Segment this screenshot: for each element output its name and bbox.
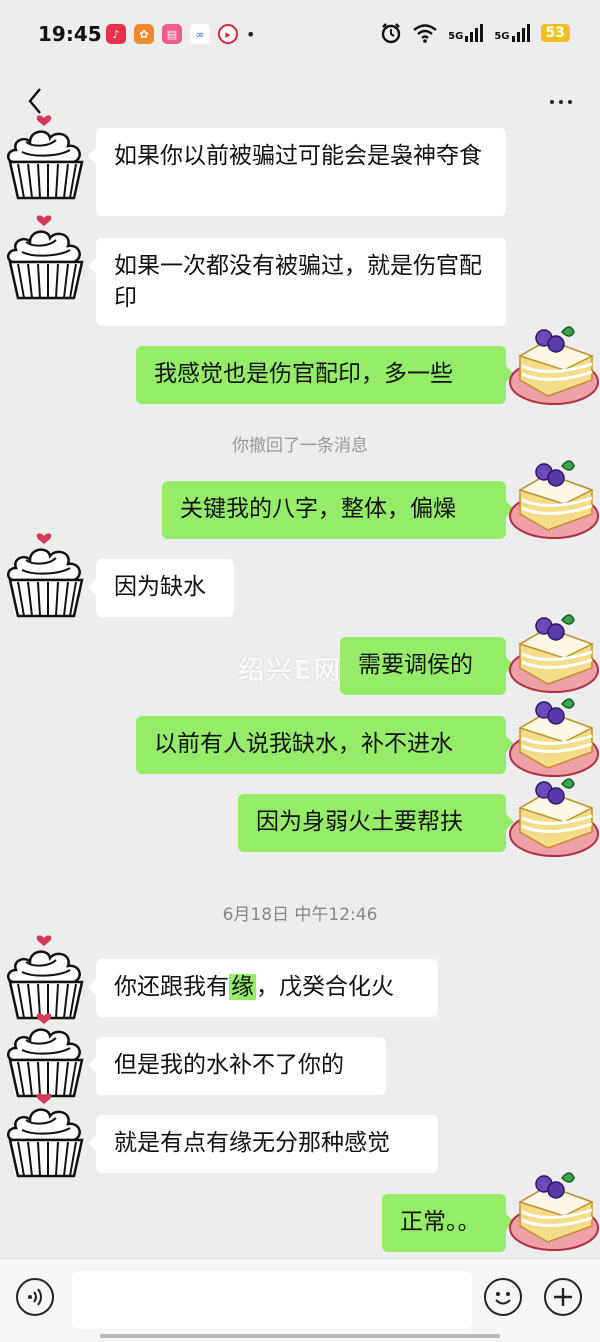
video-app-icon: ▤: [162, 24, 182, 44]
message-bubble[interactable]: 但是我的水补不了你的: [88, 1037, 386, 1095]
message-bubble[interactable]: 就是有点有缘无分那种感觉: [88, 1115, 438, 1173]
avatar[interactable]: [508, 450, 600, 542]
signal-icon-2: 5G: [494, 24, 530, 42]
message-bubble[interactable]: 因为身弱火土要帮扶: [238, 794, 514, 852]
highlighted-text: 缘: [229, 974, 256, 1000]
status-bar: 19:45 ♪ ✿ ▤ ∞ ▸ • 5G 5G 53: [0, 0, 600, 70]
game-app-icon: ✿: [134, 24, 154, 44]
message-text: ，戊癸合化火: [256, 974, 394, 1000]
watermark: 绍兴E网: [238, 656, 342, 686]
plus-icon[interactable]: [544, 1278, 582, 1316]
avatar[interactable]: [4, 112, 88, 202]
avatar[interactable]: [4, 212, 88, 302]
voice-icon[interactable]: [16, 1278, 54, 1316]
avatar[interactable]: [508, 688, 600, 780]
avatar[interactable]: [4, 1010, 88, 1100]
avatar[interactable]: [508, 1162, 600, 1254]
message-bubble[interactable]: 你还跟我有缘，戊癸合化火: [88, 959, 438, 1017]
avatar[interactable]: [508, 768, 600, 860]
message-input[interactable]: [72, 1271, 472, 1329]
cloud-app-icon: ∞: [190, 24, 210, 44]
message-bubble[interactable]: 如果一次都没有被骗过，就是伤官配印: [88, 238, 506, 326]
message-bubble[interactable]: 因为缺水: [88, 559, 234, 617]
avatar[interactable]: [4, 932, 88, 1022]
message-bubble[interactable]: 关键我的八字，整体，偏燥: [162, 481, 514, 539]
message-text: 你还跟我有: [114, 974, 229, 1000]
status-app-icons: ♪ ✿ ▤ ∞ ▸ •: [106, 24, 255, 44]
message-bubble[interactable]: 需要调侯的: [340, 637, 514, 695]
alarm-icon: [381, 23, 401, 44]
chat-header: [0, 70, 600, 130]
status-right: 5G 5G 53: [380, 22, 570, 44]
input-bar: [0, 1258, 600, 1342]
home-indicator[interactable]: [100, 1334, 500, 1338]
music-app-icon: ♪: [106, 24, 126, 44]
avatar[interactable]: [4, 1090, 88, 1180]
message-bubble[interactable]: 如果你以前被骗过可能会是袅神夺食: [88, 128, 506, 216]
message-bubble[interactable]: 我感觉也是伤官配印，多一些: [136, 346, 514, 404]
wifi-icon: [413, 24, 437, 43]
battery-indicator: 53: [540, 24, 570, 42]
message-bubble[interactable]: 正常。。: [382, 1194, 514, 1252]
signal-icon-1: 5G: [448, 24, 484, 42]
player-app-icon: ▸: [218, 24, 238, 44]
emoji-icon[interactable]: [484, 1278, 522, 1316]
avatar[interactable]: [508, 316, 600, 408]
status-time: 19:45: [38, 22, 102, 46]
status-dot: •: [246, 24, 256, 44]
timestamp-divider: 6月18日 中午12:46: [222, 905, 378, 925]
avatar[interactable]: [4, 530, 88, 620]
avatar[interactable]: [508, 604, 600, 696]
more-dots-icon[interactable]: [550, 100, 572, 104]
message-bubble[interactable]: 以前有人说我缺水，补不进水: [136, 716, 514, 774]
